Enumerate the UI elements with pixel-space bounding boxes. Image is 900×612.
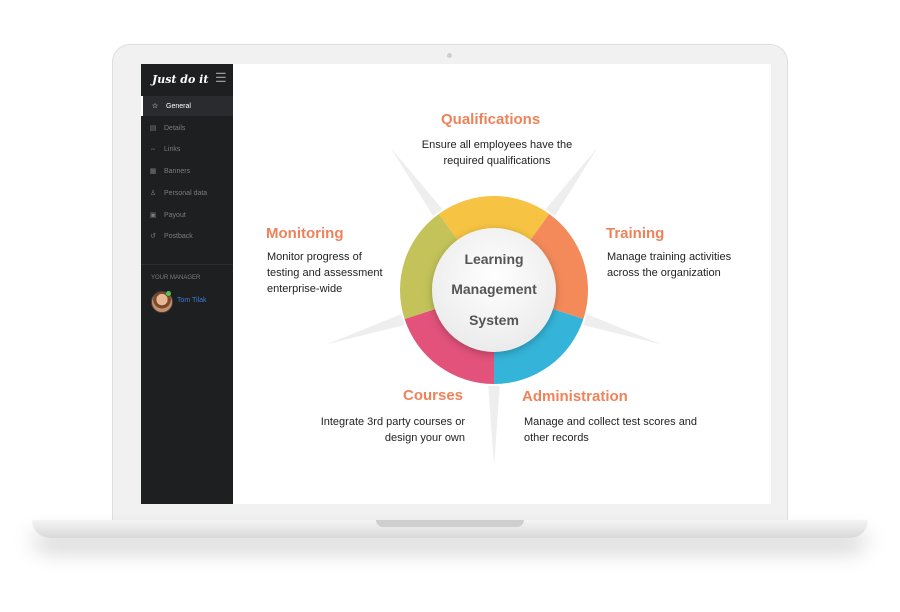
screen: Just do it ☰ ☆ General ▤ Details ⇔ Links… <box>141 64 771 504</box>
camera-icon <box>447 53 452 58</box>
monitoring-title: Monitoring <box>266 225 344 242</box>
desc-line: Monitor progress of <box>267 251 362 263</box>
center-label-line3: System <box>469 312 519 328</box>
training-desc: Manage training activities across the or… <box>607 249 757 281</box>
desc-line: other records <box>524 432 589 444</box>
courses-desc: Integrate 3rd party courses or design yo… <box>295 414 465 446</box>
center-label-line2: Management <box>451 281 537 297</box>
desc-line: across the organization <box>607 267 721 279</box>
desc-line: required qualifications <box>443 155 551 167</box>
training-title: Training <box>606 225 665 242</box>
desc-line: Manage and collect test scores and <box>524 416 698 428</box>
ray-left <box>326 314 405 345</box>
desc-line: design your own <box>384 432 465 444</box>
center-label-line1: Learning <box>464 251 524 267</box>
desc-line: Integrate 3rd party courses or <box>320 416 465 428</box>
administration-desc: Manage and collect test scores and other… <box>524 414 724 446</box>
ray-right <box>583 314 662 345</box>
qualifications-desc: Ensure all employees have the required q… <box>417 137 577 169</box>
desc-line: enterprise-wide <box>267 283 343 295</box>
monitoring-desc: Monitor progress of testing and assessme… <box>267 249 407 297</box>
laptop-notch <box>376 520 524 527</box>
ray-bottom <box>488 385 500 466</box>
desc-line: testing and assessment <box>267 267 383 279</box>
administration-title: Administration <box>522 388 628 405</box>
desc-line: Manage training activities <box>607 251 732 263</box>
courses-title: Courses <box>403 387 464 404</box>
desc-line: Ensure all employees have the <box>421 139 573 151</box>
qualifications-title: Qualifications <box>441 111 541 128</box>
